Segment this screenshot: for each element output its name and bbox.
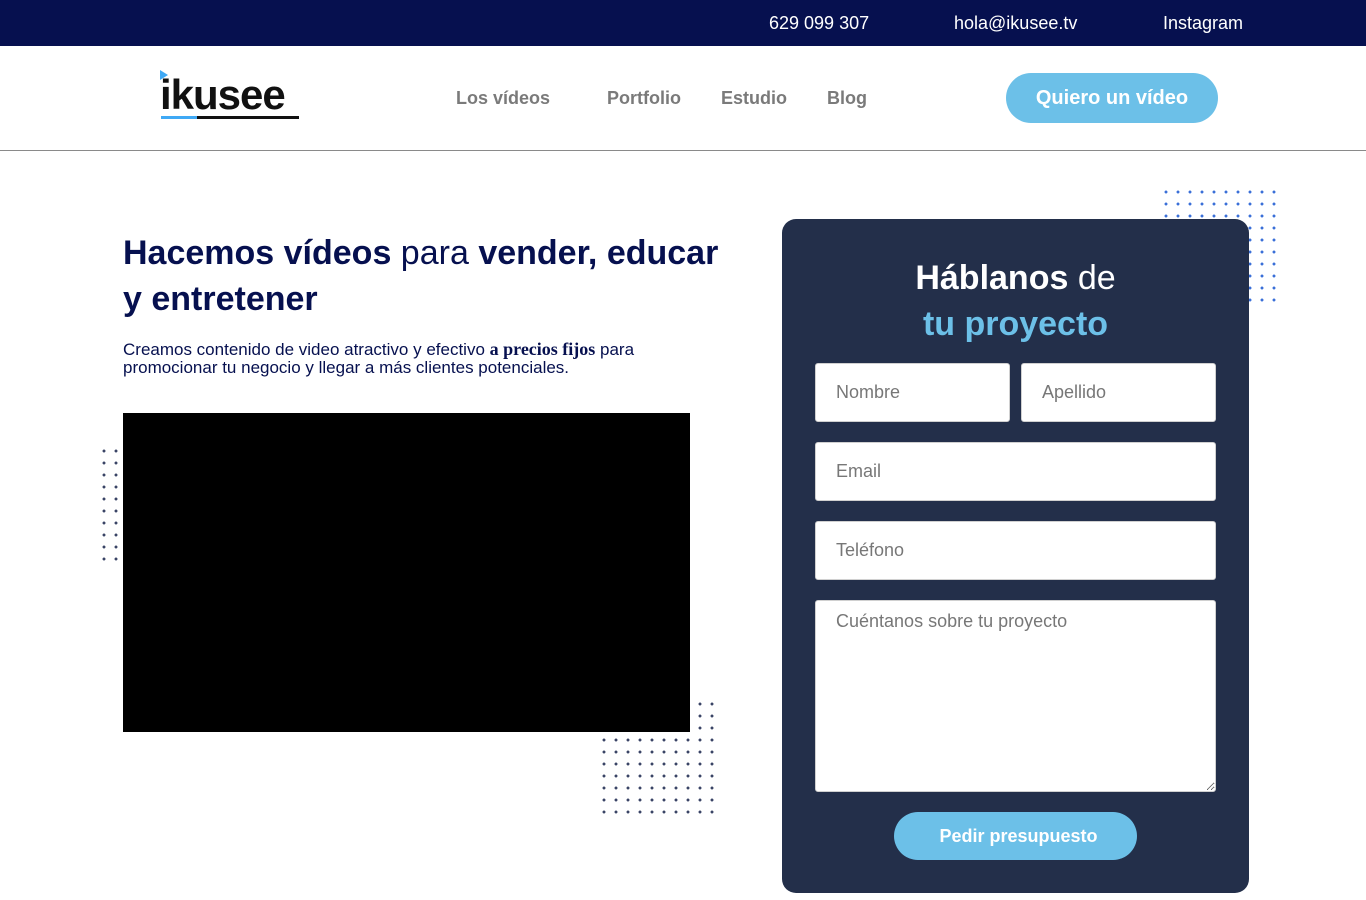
hero-sub-part1: Creamos contenido de video atractivo y e… [123, 340, 490, 359]
dots-decoration-bottom-column [694, 698, 718, 738]
logo-underline-dark [197, 116, 299, 119]
instagram-text[interactable]: Instagram [1163, 13, 1243, 34]
nav-item-estudio[interactable]: Estudio [721, 88, 787, 109]
hero-title: Hacemos vídeos para vender, educar y ent… [123, 230, 723, 322]
hero-subtitle: Creamos contenido de video atractivo y e… [123, 340, 693, 377]
form-title-light: de [1068, 259, 1116, 297]
form-title-accent: tu proyecto [922, 305, 1109, 343]
email-text[interactable]: hola@ikusee.tv [954, 13, 1077, 34]
nav-item-label: Los vídeos [456, 88, 551, 108]
nav-item-portfolio[interactable]: Portfolio [607, 88, 681, 109]
phone-text[interactable]: 629 099 307 [769, 13, 869, 34]
form-title: Háblanos de tu proyecto [782, 255, 1249, 347]
site-header: ikusee Los vídeos Portfolio Estudio Blog… [0, 46, 1366, 151]
contact-form-card: Háblanos de tu proyecto Pedir presupuest… [782, 219, 1249, 893]
hero-title-part2: para [391, 234, 479, 272]
hero-sub-emphasis: a precios fijos [489, 339, 596, 359]
hero-title-part1: Hacemos vídeos [123, 234, 392, 272]
logo-underline-blue [161, 116, 197, 119]
pedir-presupuesto-button[interactable]: Pedir presupuesto [894, 812, 1137, 860]
top-contact-bar: 629 099 307 hola@ikusee.tv Instagram [0, 0, 1366, 46]
mensaje-textarea[interactable] [815, 600, 1216, 792]
nav-item-los-videos[interactable]: Los vídeos [456, 88, 558, 109]
video-player[interactable] [123, 413, 690, 732]
telefono-input[interactable] [815, 521, 1216, 580]
ikusee-logo[interactable]: ikusee [160, 70, 302, 122]
nombre-input[interactable] [815, 363, 1010, 422]
dots-decoration-left [98, 445, 122, 565]
apellido-input[interactable] [1021, 363, 1216, 422]
submit-label: Pedir presupuesto [939, 825, 1098, 846]
quiero-un-video-button[interactable]: Quiero un vídeo [1006, 73, 1218, 123]
nav-item-blog[interactable]: Blog [827, 88, 867, 109]
email-input[interactable] [815, 442, 1216, 501]
logo-wordmark: ikusee [160, 71, 286, 118]
dots-decoration-bottom [598, 734, 718, 818]
form-title-strong: Háblanos [915, 259, 1069, 297]
